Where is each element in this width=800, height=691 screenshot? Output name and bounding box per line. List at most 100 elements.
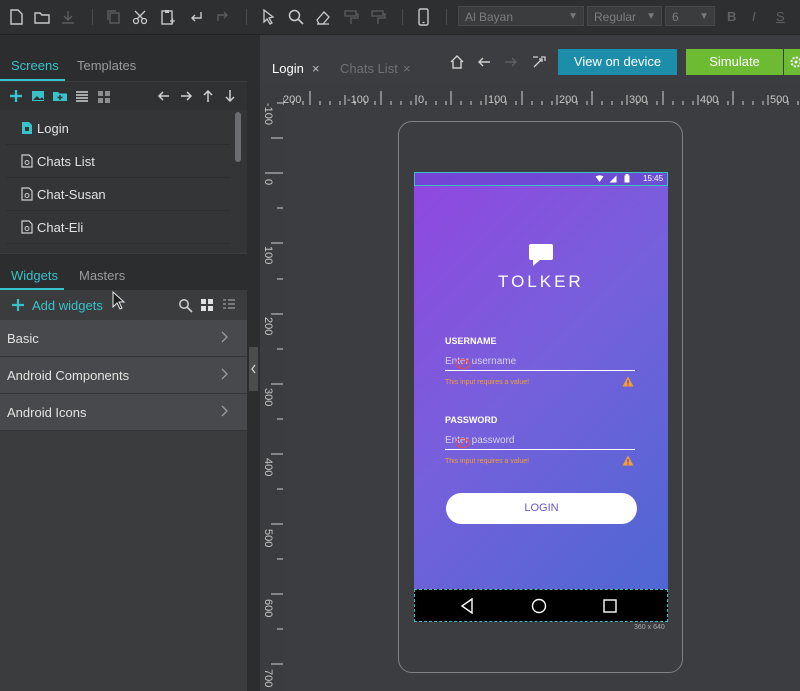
widget-category-android-icons[interactable]: Android Icons [0, 394, 247, 431]
search-icon[interactable] [178, 298, 193, 313]
nav-back-icon[interactable] [460, 598, 474, 614]
screen-item-label: Login [37, 121, 69, 136]
add-image-screen-icon[interactable] [30, 88, 46, 104]
close-icon[interactable]: × [312, 57, 320, 81]
ruler-label: 200 [283, 94, 302, 106]
font-size-select[interactable]: 6 ▼ [665, 6, 715, 26]
ruler-label: 400 [262, 458, 274, 477]
toolbar-separator [446, 9, 447, 25]
close-icon[interactable]: × [403, 57, 411, 81]
arrow-right-icon[interactable] [178, 88, 194, 104]
back-arrow-icon[interactable] [476, 54, 492, 70]
username-error: This input requires a value! [445, 379, 530, 386]
gear-icon [789, 55, 800, 69]
horizontal-ruler: 200 -100 0 100 200 300 400 500 [283, 83, 800, 106]
status-time: 15:45 [643, 174, 664, 183]
invalid-marker-icon [454, 437, 472, 449]
font-family-select[interactable]: Al Bayan ▼ [458, 6, 584, 26]
main-toolbar: Al Bayan ▼ Regular ▼ 6 ▼ B I S [0, 0, 800, 35]
chevron-right-icon [221, 405, 229, 417]
collapse-panel-handle[interactable] [249, 347, 258, 391]
status-bar[interactable]: 15:45 [414, 172, 668, 186]
undo-icon[interactable] [186, 7, 206, 27]
font-weight-value: Regular [594, 10, 637, 24]
arrow-down-icon[interactable] [222, 88, 238, 104]
tab-widgets[interactable]: Widgets [11, 268, 58, 283]
screen-item-label: Chat-Eli [37, 220, 84, 235]
username-input[interactable]: Enter username [445, 356, 635, 371]
add-folder-icon[interactable] [52, 88, 68, 104]
font-family-value: Al Bayan [465, 10, 514, 24]
warning-icon [622, 455, 634, 466]
add-widgets-link[interactable]: Add widgets [32, 298, 103, 313]
ruler-label: 100 [488, 94, 507, 106]
chevron-right-icon [221, 331, 229, 343]
paste-icon[interactable] [157, 7, 177, 27]
style-painter-icon[interactable] [368, 7, 388, 27]
screens-list: Login Chats List Chat-Susan Chat-Eli [0, 110, 247, 253]
arrow-left-icon[interactable] [156, 88, 172, 104]
tab-templates[interactable]: Templates [77, 58, 136, 73]
ruler-label: 0 [418, 94, 425, 106]
ruler-label: -100 [262, 103, 274, 126]
ruler-label: -100 [347, 94, 370, 106]
grid-view-icon[interactable] [96, 88, 112, 104]
screens-toolbar [0, 82, 247, 110]
simulate-settings-button[interactable] [784, 49, 800, 75]
bold-button[interactable]: B [727, 9, 736, 24]
underline-button[interactable]: S [776, 9, 785, 24]
login-button[interactable]: LOGIN [446, 493, 637, 524]
screen-item-label: Chats List [37, 154, 95, 169]
panel-splitter[interactable] [247, 35, 260, 691]
widget-category-label: Android Icons [7, 405, 87, 420]
list-view-icon[interactable] [222, 298, 236, 312]
tab-screens[interactable]: Screens [11, 58, 59, 73]
screen-item-login[interactable]: Login [6, 112, 230, 145]
font-size-value: 6 [672, 10, 679, 24]
ruler-label: 200 [262, 317, 274, 336]
forward-arrow-icon[interactable] [503, 54, 519, 70]
widget-category-android-components[interactable]: Android Components [0, 357, 247, 394]
tab-masters[interactable]: Masters [79, 268, 125, 283]
download-icon[interactable] [58, 7, 78, 27]
grid-view-icon[interactable] [200, 298, 214, 312]
screen-item-chats-list[interactable]: Chats List [6, 145, 230, 178]
copy-icon[interactable] [104, 7, 124, 27]
view-on-device-button[interactable]: View on device [558, 49, 677, 75]
select-arrow-icon[interactable] [259, 7, 279, 27]
screen-item-chat-susan[interactable]: Chat-Susan [6, 178, 230, 211]
fit-screen-icon[interactable] [531, 54, 547, 70]
screen-item-chat-eli[interactable]: Chat-Eli [6, 211, 230, 244]
nav-recents-icon[interactable] [603, 599, 617, 613]
open-folder-icon[interactable] [32, 7, 52, 27]
screen-active-icon [21, 121, 33, 135]
add-screen-icon[interactable] [8, 88, 24, 104]
chat-bubble-logo-icon [528, 242, 554, 268]
new-file-icon[interactable] [6, 7, 26, 27]
format-painter-icon[interactable] [341, 7, 361, 27]
app-brand: TOLKER [498, 272, 584, 291]
font-weight-select[interactable]: Regular ▼ [587, 6, 662, 26]
widget-category-basic[interactable]: Basic [0, 320, 247, 357]
device-icon[interactable] [413, 7, 433, 27]
list-view-icon[interactable] [74, 88, 90, 104]
app-screen [414, 172, 668, 622]
widgets-toolbar: Add widgets [0, 290, 247, 320]
arrow-up-icon[interactable] [200, 88, 216, 104]
italic-button[interactable]: I [752, 9, 756, 24]
password-input[interactable]: Enter password [445, 435, 635, 450]
zoom-icon[interactable] [286, 7, 306, 27]
vertical-ruler: -100 0 100 200 300 400 500 600 700 [260, 83, 283, 691]
toolbar-separator [246, 9, 247, 25]
password-label: PASSWORD [445, 415, 498, 425]
screen-item-label: Chat-Susan [37, 187, 106, 202]
home-icon[interactable] [449, 54, 465, 70]
redo-icon[interactable] [213, 7, 233, 27]
screens-scrollbar[interactable] [235, 112, 241, 162]
nav-home-icon[interactable] [531, 598, 547, 614]
tab-login[interactable]: Login × [260, 57, 326, 81]
simulate-button[interactable]: Simulate [686, 49, 783, 75]
cut-icon[interactable] [130, 7, 150, 27]
tab-chats-list[interactable]: Chats List × [328, 57, 416, 81]
eraser-icon[interactable] [313, 7, 333, 27]
